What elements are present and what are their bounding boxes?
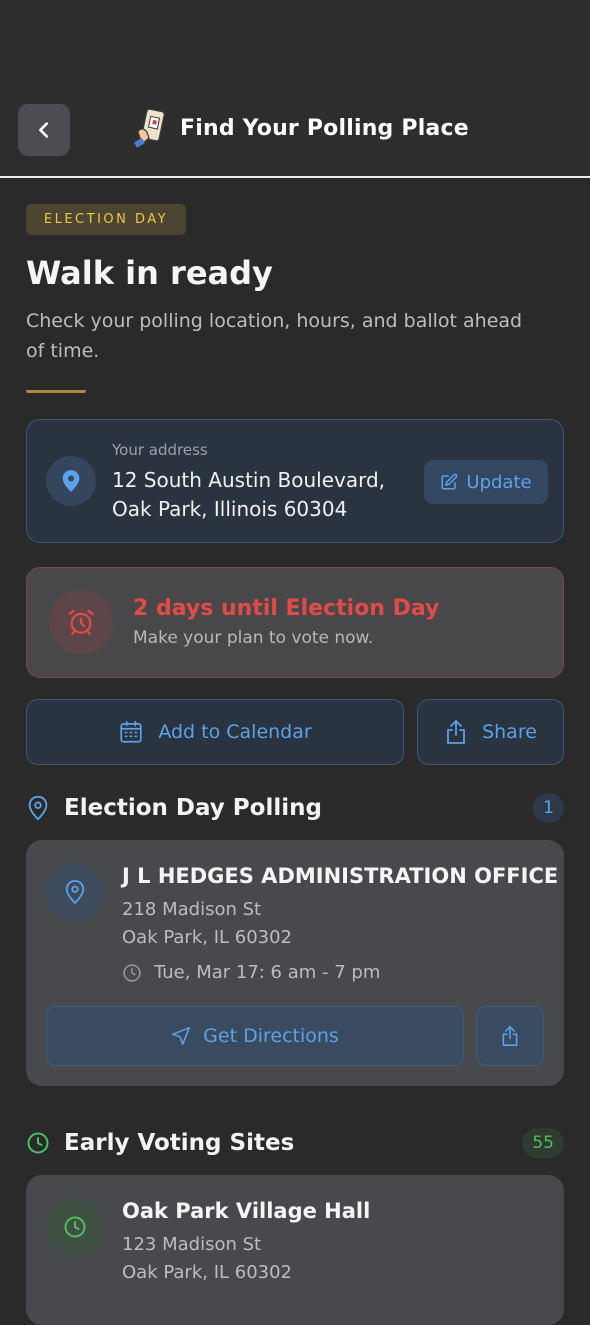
navigation-arrow-icon <box>172 1026 191 1046</box>
countdown-subtitle: Make your plan to vote now. <box>133 628 374 648</box>
polling-hours: Tue, Mar 17: 6 am - 7 pm <box>122 962 380 983</box>
address-card: Your address 12 South Austin Boulevard, … <box>26 419 564 543</box>
chevron-left-icon <box>39 122 49 138</box>
map-pin-icon <box>62 470 80 492</box>
address-line-1: 123 Madison St <box>122 1234 262 1255</box>
place-icon-circle <box>46 863 104 921</box>
map-pin-outline-icon <box>65 880 85 905</box>
polling-hours-text: Tue, Mar 17: 6 am - 7 pm <box>154 962 381 983</box>
polling-place-card: J L HEDGES ADMINISTRATION OFFICE 218 Mad… <box>26 840 564 1086</box>
edit-icon <box>441 473 458 490</box>
polling-place-address: 218 Madison St Oak Park, IL 60302 <box>122 896 292 952</box>
election-day-section-header: Election Day Polling 1 <box>26 788 564 828</box>
top-app-bar: Find Your Polling Place <box>0 0 590 178</box>
early-voting-section-header: Early Voting Sites 55 <box>26 1123 564 1163</box>
update-button-label: Update <box>466 471 532 493</box>
election-day-count-badge: 1 <box>533 793 564 823</box>
update-address-button[interactable]: Update <box>424 460 548 504</box>
countdown-title: 2 days until Election Day <box>133 596 440 621</box>
phone-ballot-icon <box>134 108 166 148</box>
early-voting-place-address: 123 Madison St Oak Park, IL 60302 <box>122 1231 292 1287</box>
get-directions-label: Get Directions <box>203 1025 339 1047</box>
hero-divider <box>26 390 86 393</box>
add-to-calendar-label: Add to Calendar <box>158 721 312 743</box>
address-icon-circle <box>46 456 96 506</box>
share-icon <box>447 720 465 744</box>
clock-icon <box>123 963 141 982</box>
early-voting-section-title: Early Voting Sites <box>64 1130 295 1156</box>
share-icon <box>502 1026 518 1046</box>
alarm-icon-circle <box>49 590 113 654</box>
election-day-section-title: Election Day Polling <box>64 795 322 821</box>
share-button[interactable]: Share <box>417 699 564 765</box>
early-voting-place-card: Oak Park Village Hall 123 Madison St Oak… <box>26 1175 564 1325</box>
countdown-card: 2 days until Election Day Make your plan… <box>26 567 564 678</box>
hero-subtitle: Check your polling location, hours, and … <box>26 310 523 362</box>
early-voting-place-name: Oak Park Village Hall <box>122 1199 371 1223</box>
add-to-calendar-button[interactable]: Add to Calendar <box>26 699 404 765</box>
page-title: Find Your Polling Place <box>180 115 469 141</box>
hero-title: Walk in ready <box>26 254 273 292</box>
alarm-clock-icon <box>68 609 94 635</box>
early-place-icon-circle <box>46 1198 104 1256</box>
header-title-group: Find Your Polling Place <box>134 106 469 150</box>
clock-icon <box>27 1132 49 1154</box>
share-label: Share <box>482 721 537 743</box>
address-line-2: Oak Park, IL 60302 <box>122 1262 293 1283</box>
address-label: Your address <box>112 441 208 459</box>
clock-icon <box>64 1216 86 1238</box>
address-line-2: Oak Park, IL 60302 <box>122 927 293 948</box>
get-directions-button[interactable]: Get Directions <box>46 1006 464 1066</box>
back-button[interactable] <box>18 104 70 156</box>
address-value: 12 South Austin Boulevard, Oak Park, Ill… <box>112 468 386 521</box>
early-voting-count-badge: 55 <box>522 1128 564 1158</box>
address-line-1: 218 Madison St <box>122 899 262 920</box>
calendar-icon <box>120 720 142 743</box>
share-place-button[interactable] <box>476 1006 544 1066</box>
polling-place-name: J L HEDGES ADMINISTRATION OFFICE <box>122 864 559 888</box>
election-day-badge: ELECTION DAY <box>26 204 186 235</box>
map-pin-outline-icon <box>28 795 48 821</box>
